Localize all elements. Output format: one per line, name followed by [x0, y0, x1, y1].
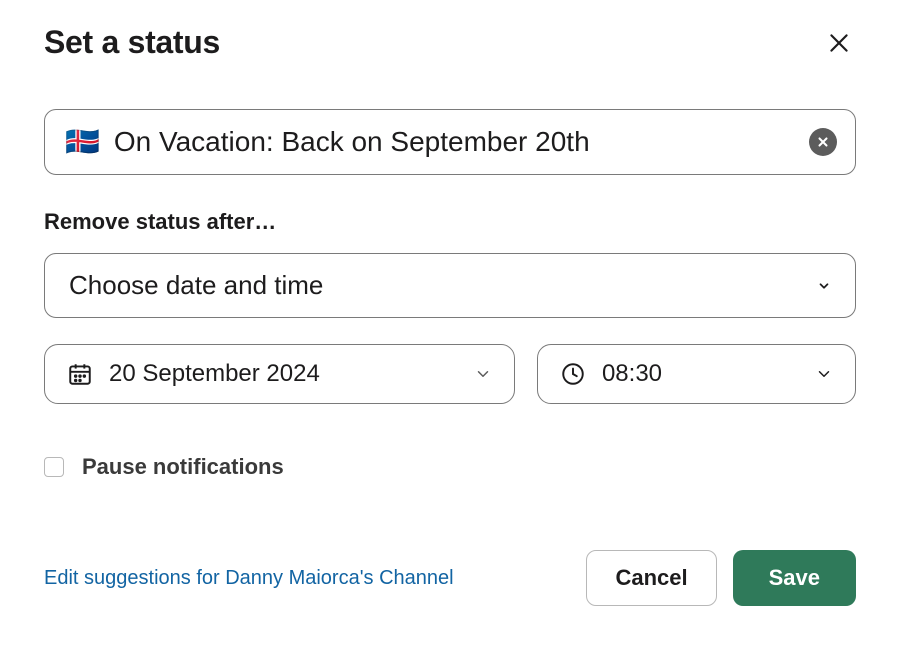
time-value: 08:30	[602, 360, 799, 388]
remove-after-label: Remove status after…	[44, 209, 856, 235]
pause-notifications-label: Pause notifications	[82, 454, 284, 480]
pause-notifications-row: Pause notifications	[44, 454, 856, 480]
pause-notifications-checkbox[interactable]	[44, 457, 64, 477]
remove-after-select[interactable]: Choose date and time	[44, 253, 856, 318]
clear-x-icon	[816, 135, 830, 149]
close-button[interactable]	[822, 26, 856, 60]
cancel-button[interactable]: Cancel	[586, 550, 716, 606]
time-picker[interactable]: 08:30	[537, 344, 856, 404]
edit-suggestions-link[interactable]: Edit suggestions for Danny Maiorca's Cha…	[44, 567, 454, 590]
dialog-header: Set a status	[44, 24, 856, 61]
date-picker[interactable]: 20 September 2024	[44, 344, 515, 404]
save-button[interactable]: Save	[733, 550, 856, 606]
status-emoji[interactable]: 🇮🇸	[65, 128, 100, 156]
date-value: 20 September 2024	[109, 360, 458, 388]
chevron-down-icon	[474, 365, 492, 383]
dialog-footer: Edit suggestions for Danny Maiorca's Cha…	[44, 550, 856, 606]
chevron-down-icon	[817, 279, 831, 293]
status-input-container: 🇮🇸	[44, 109, 856, 175]
dialog-title: Set a status	[44, 24, 220, 61]
calendar-icon	[67, 361, 93, 387]
clock-icon	[560, 361, 586, 387]
close-icon	[826, 30, 852, 56]
clear-status-button[interactable]	[809, 128, 837, 156]
datetime-row: 20 September 2024 08:30	[44, 344, 856, 404]
remove-after-selected: Choose date and time	[69, 270, 323, 301]
chevron-down-icon	[815, 365, 833, 383]
button-group: Cancel Save	[586, 550, 856, 606]
status-text-input[interactable]	[114, 126, 799, 158]
